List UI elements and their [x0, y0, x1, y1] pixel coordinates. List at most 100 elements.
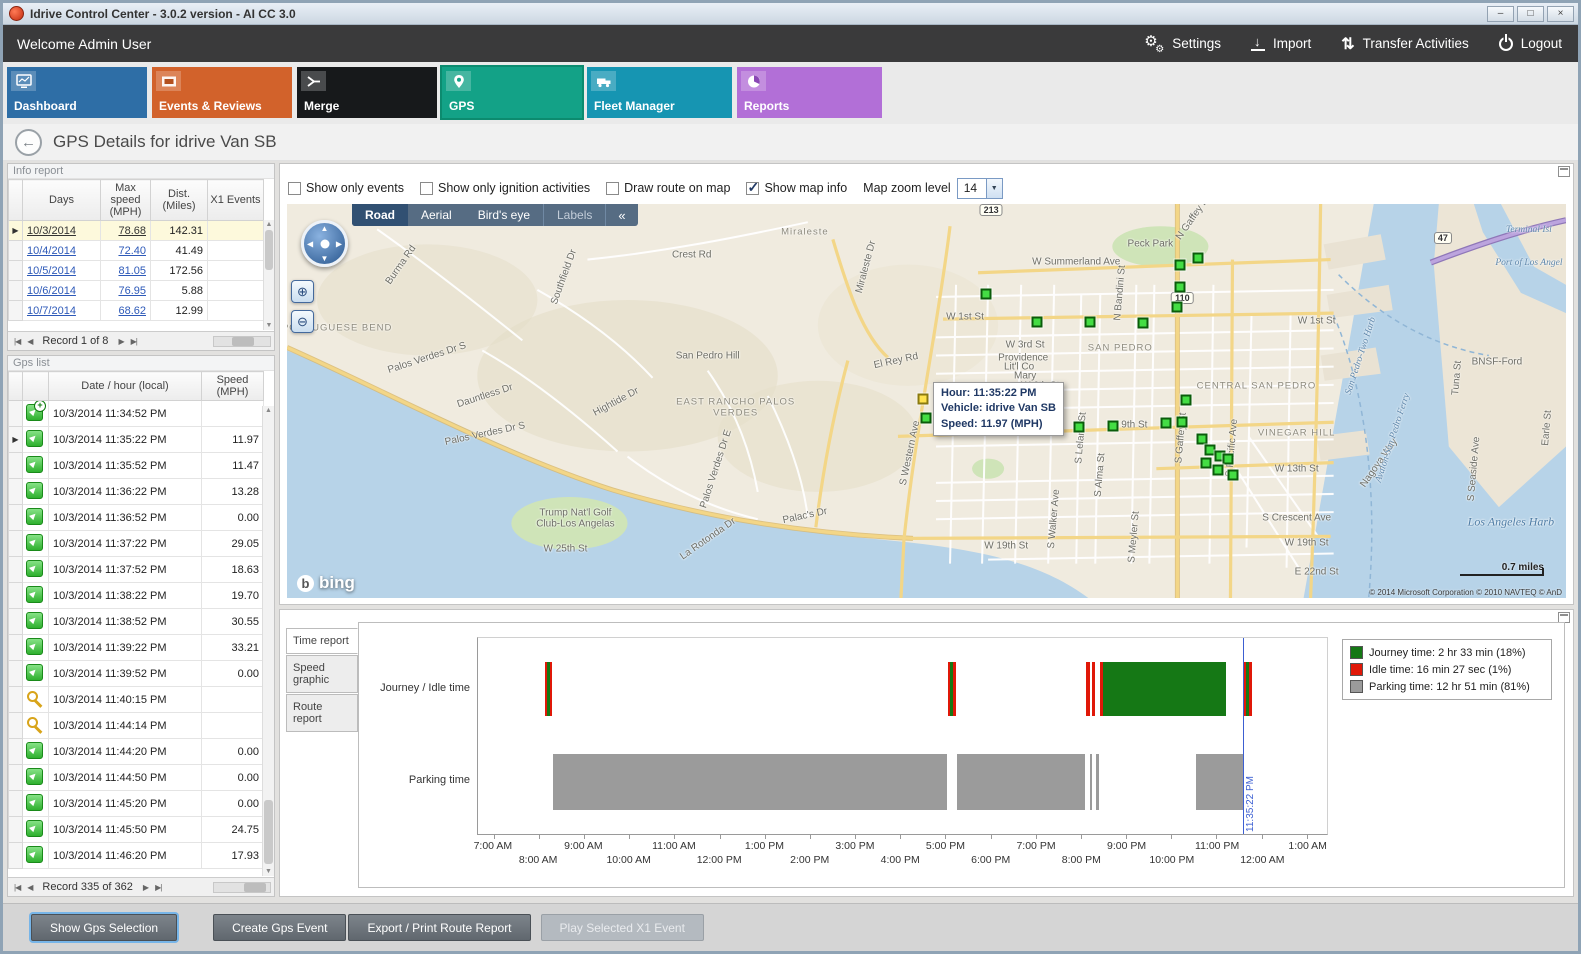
first-record-button[interactable]: |◀: [11, 882, 23, 893]
last-record-button[interactable]: ▶|: [152, 882, 164, 893]
prev-record-button[interactable]: ◀: [24, 882, 35, 893]
gps-marker[interactable]: [1228, 469, 1239, 480]
record-scrollbar[interactable]: [213, 336, 271, 347]
gps-list-row[interactable]: 10/3/2014 11:44:14 PM: [9, 713, 264, 739]
gps-marker[interactable]: [1138, 318, 1149, 329]
gps-list-row[interactable]: 10/3/2014 11:38:52 PM30.55: [9, 609, 264, 635]
tile-dashboard[interactable]: Dashboard: [7, 67, 147, 118]
column-header-datetime[interactable]: Date / hour (local): [49, 372, 202, 401]
map-compass[interactable]: ▲ ▼ ◀ ▶: [301, 220, 348, 267]
gps-marker[interactable]: [1108, 421, 1119, 432]
gps-scrollbar[interactable]: ▲ ▼: [262, 406, 274, 876]
gps-marker[interactable]: [1181, 394, 1192, 405]
create-gps-event-button[interactable]: Create Gps Event: [213, 914, 346, 941]
column-header[interactable]: [9, 180, 23, 221]
info-report-row[interactable]: ▶10/3/201478.68142.31: [9, 221, 264, 241]
gps-marker[interactable]: [1074, 422, 1085, 433]
gps-marker[interactable]: [1213, 464, 1224, 475]
gps-list-row[interactable]: 10/3/2014 11:46:20 PM17.93: [9, 843, 264, 869]
map-tab-labels[interactable]: Labels: [543, 204, 606, 226]
gps-list-row[interactable]: ▶10/3/2014 11:35:22 PM11.97: [9, 427, 264, 453]
map-canvas[interactable]: MiralestePeck ParkW Summerland AveCrest …: [287, 204, 1566, 598]
map-tab-road[interactable]: Road: [352, 204, 408, 226]
tile-fleet-manager[interactable]: Fleet Manager: [587, 67, 732, 118]
day-link[interactable]: 10/3/2014: [27, 225, 76, 237]
info-report-row[interactable]: 10/5/201481.05172.56: [9, 261, 264, 281]
next-record-button[interactable]: ▶: [115, 336, 126, 347]
first-record-button[interactable]: |◀: [11, 336, 23, 347]
map-tab-aerial[interactable]: Aerial: [408, 204, 465, 226]
gps-marker[interactable]: [1177, 417, 1188, 428]
column-header-max-speed[interactable]: Max speed (MPH): [101, 180, 151, 221]
gps-marker[interactable]: [1172, 302, 1183, 313]
tile-reports[interactable]: Reports: [737, 67, 882, 118]
column-header-days[interactable]: Days: [23, 180, 101, 221]
tile-events-reviews[interactable]: Events & Reviews: [152, 67, 292, 118]
column-header[interactable]: [9, 372, 23, 401]
collapse-map-nav-button[interactable]: «: [606, 204, 637, 226]
gantt-plot[interactable]: Journey / Idle time Parking time 11:35:2…: [477, 637, 1328, 835]
gps-marker[interactable]: [1193, 252, 1204, 263]
logout-button[interactable]: Logout: [1499, 36, 1562, 51]
info-report-row[interactable]: 10/6/201476.955.88: [9, 281, 264, 301]
gps-marker[interactable]: [981, 288, 992, 299]
gps-marker[interactable]: [1161, 418, 1172, 429]
import-button[interactable]: Import: [1251, 36, 1311, 51]
info-report-row[interactable]: 10/4/201472.4041.49: [9, 241, 264, 261]
maximize-map-panel-button[interactable]: [1558, 166, 1570, 177]
max-speed-link[interactable]: 78.68: [118, 225, 146, 237]
back-button[interactable]: ←: [15, 129, 42, 156]
close-button[interactable]: ×: [1547, 6, 1574, 22]
tab-time-report[interactable]: Time report: [286, 628, 358, 654]
gps-list-row[interactable]: 10/3/2014 11:39:22 PM33.21: [9, 635, 264, 661]
zoom-out-button[interactable]: ⊖: [291, 310, 314, 333]
export-print-route-report-button[interactable]: Export / Print Route Report: [348, 914, 530, 941]
gps-marker[interactable]: [1032, 317, 1043, 328]
gps-list-row[interactable]: 10/3/2014 11:39:52 PM0.00: [9, 661, 264, 687]
minimize-button[interactable]: –: [1487, 6, 1514, 22]
transfer-activities-button[interactable]: Transfer Activities: [1341, 34, 1468, 54]
gps-marker[interactable]: [1085, 317, 1096, 328]
gps-marker-selected[interactable]: [918, 393, 929, 404]
gps-list-row[interactable]: 10/3/2014 11:44:50 PM0.00: [9, 765, 264, 791]
maximize-button[interactable]: □: [1517, 6, 1544, 22]
info-report-row[interactable]: 10/7/201468.6212.99: [9, 301, 264, 321]
tile-merge[interactable]: Merge: [297, 67, 437, 118]
settings-button[interactable]: Settings: [1144, 35, 1221, 52]
tab-route-report[interactable]: Route report: [286, 694, 358, 732]
gps-list-row[interactable]: 10/3/2014 11:36:52 PM0.00: [9, 505, 264, 531]
gps-list-row[interactable]: 10/3/2014 11:45:20 PM0.00: [9, 791, 264, 817]
last-record-button[interactable]: ▶|: [128, 336, 140, 347]
gps-marker[interactable]: [1197, 434, 1208, 445]
gps-list-row[interactable]: 10/3/2014 11:37:52 PM18.63: [9, 557, 264, 583]
record-scrollbar[interactable]: [213, 882, 271, 893]
max-speed-link[interactable]: 81.05: [118, 265, 146, 277]
show-only-ignition-checkbox[interactable]: Show only ignition activities: [420, 181, 590, 195]
play-selected-x1-event-button[interactable]: Play Selected X1 Event: [541, 914, 704, 941]
max-speed-link[interactable]: 68.62: [118, 305, 146, 317]
day-link[interactable]: 10/4/2014: [27, 245, 76, 257]
gps-list-row[interactable]: 10/3/2014 11:36:22 PM13.28: [9, 479, 264, 505]
tab-speed-graphic[interactable]: Speed graphic: [286, 655, 358, 693]
day-link[interactable]: 10/7/2014: [27, 305, 76, 317]
gps-marker[interactable]: [1175, 281, 1186, 292]
tile-gps[interactable]: GPS: [442, 67, 582, 118]
gps-marker[interactable]: [920, 413, 931, 424]
show-gps-selection-button[interactable]: Show Gps Selection: [31, 914, 177, 941]
next-record-button[interactable]: ▶: [140, 882, 151, 893]
column-header-dist[interactable]: Dist. (Miles): [151, 180, 208, 221]
gps-list-row[interactable]: 10/3/2014 11:40:15 PM: [9, 687, 264, 713]
show-map-info-checkbox[interactable]: Show map info: [746, 181, 847, 195]
column-header-x1-events[interactable]: X1 Events: [208, 180, 264, 221]
gps-marker[interactable]: [1223, 453, 1234, 464]
day-link[interactable]: 10/5/2014: [27, 265, 76, 277]
zoom-in-button[interactable]: ⊕: [291, 280, 314, 303]
max-speed-link[interactable]: 76.95: [118, 285, 146, 297]
show-only-events-checkbox[interactable]: Show only events: [288, 181, 404, 195]
map-zoom-select[interactable]: 14 ▼: [957, 178, 1003, 199]
column-header-speed[interactable]: Speed (MPH): [202, 372, 264, 401]
draw-route-checkbox[interactable]: Draw route on map: [606, 181, 730, 195]
gps-list-row[interactable]: 10/3/2014 11:37:22 PM29.05: [9, 531, 264, 557]
info-scrollbar[interactable]: ▲ ▼: [263, 220, 274, 330]
gps-marker[interactable]: [1175, 259, 1186, 270]
